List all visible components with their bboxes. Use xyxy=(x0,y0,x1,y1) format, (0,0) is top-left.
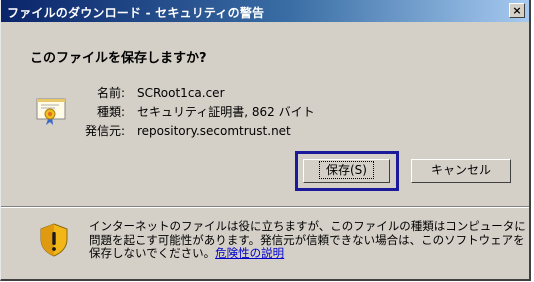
title-bar[interactable]: ファイルのダウンロード - セキュリティの警告 × xyxy=(1,0,529,22)
file-name-value: SCRoot1ca.cer xyxy=(137,86,225,100)
certificate-icon xyxy=(36,98,66,125)
security-warning-text: インターネットのファイルは役に立ちますが、このファイルの種類はコンピュータに問題… xyxy=(89,219,529,261)
type-label: 種類: xyxy=(96,105,125,119)
prompt-heading: このファイルを保存しますか? xyxy=(30,51,207,66)
save-button[interactable]: 保存(S) xyxy=(303,159,390,183)
source-label: 発信元: xyxy=(84,124,125,138)
window-title: ファイルのダウンロード - セキュリティの警告 xyxy=(7,6,265,20)
file-info-labels: 名前: 種類: 発信元: xyxy=(85,84,125,141)
separator-highlight xyxy=(1,207,529,208)
security-shield-icon xyxy=(40,223,68,257)
download-security-dialog: ファイルのダウンロード - セキュリティの警告 × このファイルを保存しますか?… xyxy=(0,0,531,281)
warning-message: インターネットのファイルは役に立ちますが、このファイルの種類はコンピュータに問題… xyxy=(89,219,526,260)
risk-explanation-link[interactable]: 危険性の説明 xyxy=(215,246,284,260)
close-button[interactable]: × xyxy=(509,3,525,18)
file-info-values: SCRoot1ca.cer セキュリティ証明書, 862 バイト reposit… xyxy=(137,84,315,141)
name-label: 名前: xyxy=(96,86,125,100)
file-source-value: repository.secomtrust.net xyxy=(137,124,291,138)
close-icon: × xyxy=(512,4,522,17)
cancel-button[interactable]: キャンセル xyxy=(411,159,511,183)
cancel-button-label: キャンセル xyxy=(430,163,491,177)
file-type-value: セキュリティ証明書, 862 バイト xyxy=(137,105,315,119)
save-button-label: 保存(S) xyxy=(319,161,374,179)
